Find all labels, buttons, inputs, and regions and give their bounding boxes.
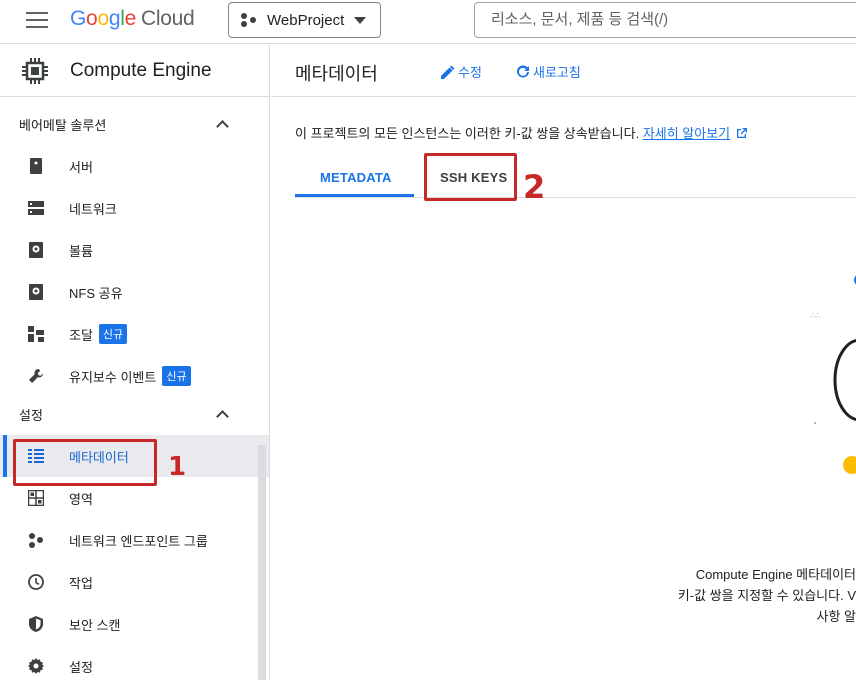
annotation-number-2: 2 xyxy=(523,168,546,206)
clock-icon xyxy=(27,573,45,591)
empty-state-line-2: 키-값 쌍을 지정할 수 있습니다. V xyxy=(677,588,856,603)
section-settings[interactable]: 설정 xyxy=(0,397,269,435)
tabs-divider xyxy=(295,197,856,198)
google-cloud-logo[interactable]: Google Cloud xyxy=(70,7,195,31)
project-name: WebProject xyxy=(267,11,345,29)
header-divider xyxy=(271,96,856,97)
sidebar-item-security-scan[interactable]: 보안 스캔 xyxy=(0,603,269,645)
edit-label: 수정 xyxy=(458,65,482,80)
refresh-label: 새로고침 xyxy=(533,65,581,80)
empty-state-line-1: Compute Engine 메타데이터 xyxy=(695,567,856,582)
pencil-icon xyxy=(441,65,455,79)
caret-down-icon xyxy=(354,17,366,24)
sidebar-scrollbar[interactable] xyxy=(258,445,266,680)
new-badge: 신규 xyxy=(98,324,128,344)
sidebar-item-maintenance-events[interactable]: 유지보수 이벤트 신규 xyxy=(0,355,269,397)
empty-state-line-3: 사항 알 xyxy=(816,609,856,624)
shield-icon xyxy=(27,615,45,633)
annotation-number-1: 1 xyxy=(168,452,187,482)
top-bar: Google Cloud WebProject 리소스, 문서, 제품 등 검색(… xyxy=(0,0,856,44)
project-selector[interactable]: WebProject xyxy=(228,2,381,38)
sidebar-item-label: 조달 xyxy=(69,327,93,343)
product-header: Compute Engine xyxy=(0,45,269,97)
sidebar-item-network[interactable]: 네트워크 xyxy=(0,187,269,229)
sidebar-item-label: 네트워크 엔드포인트 그룹 xyxy=(69,533,208,549)
external-link-icon[interactable] xyxy=(736,127,748,142)
refresh-button[interactable]: 새로고침 xyxy=(516,62,581,81)
wrench-icon xyxy=(27,367,45,385)
procurement-icon xyxy=(27,325,45,343)
section-title: 설정 xyxy=(19,408,43,423)
sidebar-item-label: 보안 스캔 xyxy=(69,617,121,633)
svg-text:∴∴: ∴∴ xyxy=(810,311,820,320)
sidebar-item-label: NFS 공유 xyxy=(69,285,123,301)
page-title: 메타데이터 xyxy=(295,64,378,84)
sidebar-item-label: 네트워크 xyxy=(69,201,117,217)
network-icon xyxy=(27,199,45,217)
sidebar-item-endpoint-groups[interactable]: 네트워크 엔드포인트 그룹 xyxy=(0,519,269,561)
annotation-box-ssh-keys xyxy=(424,153,517,201)
sidebar-item-settings[interactable]: 설정 xyxy=(0,645,269,680)
sidebar-item-label: 영역 xyxy=(69,491,93,507)
section-bare-metal[interactable]: 베어메탈 솔루션 xyxy=(0,107,269,145)
menu-icon[interactable] xyxy=(26,12,48,30)
nfs-share-icon xyxy=(27,283,45,301)
edit-button[interactable]: 수정 xyxy=(441,62,482,81)
sidebar-item-operations[interactable]: 작업 xyxy=(0,561,269,603)
sidebar-item-nfs-share[interactable]: NFS 공유 xyxy=(0,271,269,313)
annotation-box-metadata xyxy=(13,439,157,486)
refresh-icon xyxy=(516,64,530,79)
search-input[interactable]: 리소스, 문서, 제품 등 검색(/) xyxy=(474,2,856,38)
learn-more-link[interactable]: 자세히 알아보기 xyxy=(643,126,730,141)
sidebar-item-label: 서버 xyxy=(69,159,93,175)
product-title: Compute Engine xyxy=(70,59,212,81)
sidebar-item-label: 작업 xyxy=(69,575,93,591)
sidebar-item-label: 볼륨 xyxy=(69,243,93,259)
chip-icon xyxy=(20,56,50,86)
info-text: 이 프로젝트의 모든 인스턴스는 이러한 키-값 쌍을 상속받습니다. 자세히 … xyxy=(295,123,748,142)
project-dots-icon xyxy=(241,12,259,28)
sidebar-item-server[interactable]: 서버 xyxy=(0,145,269,187)
new-badge: 신규 xyxy=(162,366,191,386)
chevron-up-icon xyxy=(216,120,229,133)
sidebar-item-label: 설정 xyxy=(69,659,93,675)
server-icon xyxy=(27,157,45,175)
volume-icon xyxy=(27,241,45,259)
endpoint-group-icon xyxy=(27,531,45,549)
info-description: 이 프로젝트의 모든 인스턴스는 이러한 키-값 쌍을 상속받습니다. xyxy=(295,126,640,141)
gear-icon xyxy=(27,657,45,675)
empty-state-illustration: ∴∴ xyxy=(810,275,856,474)
zones-icon xyxy=(27,489,45,507)
sidebar-item-volume[interactable]: 볼륨 xyxy=(0,229,269,271)
section-title: 베어메탈 솔루션 xyxy=(19,118,107,133)
chevron-up-icon xyxy=(216,410,229,423)
sidebar: Compute Engine 베어메탈 솔루션 서버 네트워크 볼륨 NFS 공… xyxy=(0,45,270,680)
tab-metadata[interactable]: METADATA xyxy=(320,170,392,185)
sidebar-item-label: 유지보수 이벤트 xyxy=(69,369,157,385)
sidebar-item-procurement[interactable]: 조달 신규 xyxy=(0,313,269,355)
